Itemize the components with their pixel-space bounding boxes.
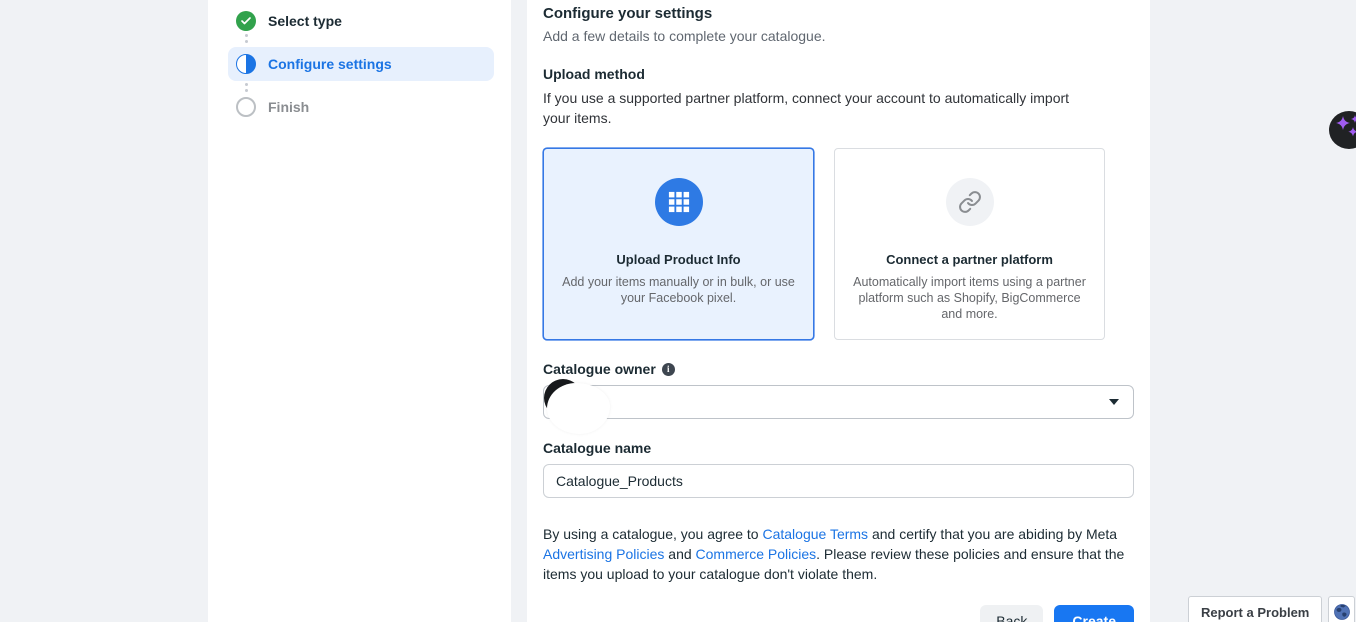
card-title: Upload Product Info <box>616 252 740 267</box>
legal-segment: and certify that you are abiding by Meta <box>868 526 1117 542</box>
caret-down-icon <box>1109 399 1119 405</box>
catalogue-terms-link[interactable]: Catalogue Terms <box>762 526 868 542</box>
commerce-policies-link[interactable]: Commerce Policies <box>696 546 817 562</box>
upload-method-cards: Upload Product Info Add your items manua… <box>543 148 1134 340</box>
footer-actions: Back Create <box>543 605 1134 622</box>
catalogue-owner-label: Catalogue owner <box>543 361 656 377</box>
empty-circle-icon <box>236 97 256 117</box>
card-description: Add your items manually or in bulk, or u… <box>556 274 801 306</box>
card-connect-partner-platform[interactable]: Connect a partner platform Automatically… <box>834 148 1105 340</box>
page-title: Configure your settings <box>543 5 1134 22</box>
legal-segment: and <box>664 546 695 562</box>
catalogue-name-input[interactable] <box>543 464 1134 498</box>
assistant-fab[interactable] <box>1329 111 1356 149</box>
redaction-blob <box>547 383 610 434</box>
sparkles-icon <box>1333 113 1356 148</box>
info-icon[interactable]: i <box>662 363 675 376</box>
legal-text: By using a catalogue, you agree to Catal… <box>543 524 1134 584</box>
card-description: Automatically import items using a partn… <box>847 274 1092 322</box>
card-upload-product-info[interactable]: Upload Product Info Add your items manua… <box>543 148 814 340</box>
step-label: Finish <box>268 99 309 115</box>
catalogue-owner-select[interactable] <box>543 385 1134 419</box>
page-subtitle: Add a few details to complete your catal… <box>543 28 1134 44</box>
step-select-type[interactable]: Select type <box>228 10 494 32</box>
step-label: Select type <box>268 13 342 29</box>
step-finish[interactable]: Finish <box>228 96 494 118</box>
configure-settings-panel: Configure your settings Add a few detail… <box>527 0 1150 622</box>
step-configure-settings[interactable]: Configure settings <box>228 47 494 81</box>
advertising-policies-link[interactable]: Advertising Policies <box>543 546 664 562</box>
stepper-sidebar: Select type Configure settings Finish <box>208 0 511 622</box>
link-icon <box>946 178 994 226</box>
check-icon <box>236 11 256 31</box>
back-button[interactable]: Back <box>980 605 1043 622</box>
report-a-problem-button[interactable]: Report a Problem <box>1188 596 1322 622</box>
half-filled-circle-icon <box>236 54 256 74</box>
step-label: Configure settings <box>268 56 392 72</box>
upload-method-label: Upload method <box>543 66 1134 82</box>
step-connector <box>245 34 494 45</box>
step-connector <box>245 83 494 94</box>
legal-segment: By using a catalogue, you agree to <box>543 526 762 542</box>
create-button[interactable]: Create <box>1054 605 1134 622</box>
grid-icon <box>655 178 703 226</box>
catalogue-wizard-page: Select type Configure settings Finish Co… <box>0 0 1356 622</box>
catalogue-name-label: Catalogue name <box>543 440 651 456</box>
report-group: Report a Problem <box>1188 596 1355 622</box>
upload-method-description: If you use a supported partner platform,… <box>543 88 1091 128</box>
card-title: Connect a partner platform <box>886 252 1053 267</box>
globe-icon[interactable] <box>1328 596 1355 622</box>
